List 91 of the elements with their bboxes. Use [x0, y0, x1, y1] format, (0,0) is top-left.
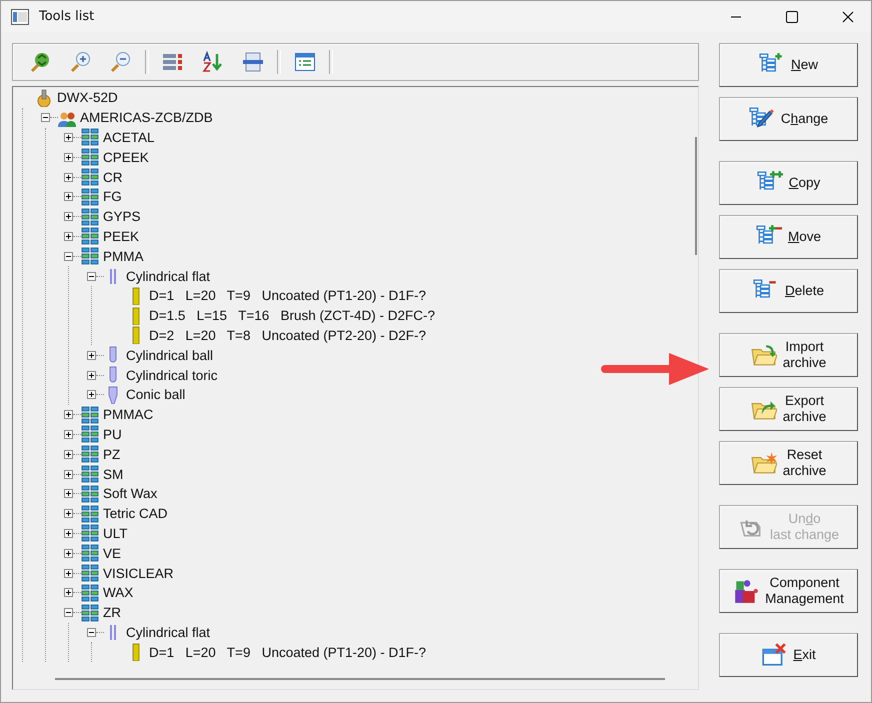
move-button[interactable]: Move: [719, 215, 858, 259]
material-grid-icon: [81, 208, 99, 226]
tree-item[interactable]: ULT: [103, 526, 128, 541]
app-icon: [11, 8, 29, 24]
new-button[interactable]: New: [719, 43, 858, 87]
expand-icon[interactable]: [64, 152, 73, 162]
maximize-icon[interactable]: [786, 10, 798, 22]
material-grid-icon: [81, 188, 99, 206]
tree-item[interactable]: Cylindrical flat: [126, 268, 210, 284]
expand-icon[interactable]: [64, 232, 73, 241]
spindle-icon: [35, 88, 53, 107]
material-grid-icon: [81, 247, 99, 266]
material-grid-icon: [81, 604, 99, 622]
material-grid-icon: [81, 148, 99, 166]
material-grid-icon: [81, 504, 99, 523]
tree-item[interactable]: Soft Wax: [103, 486, 158, 502]
scrollbar-thumb[interactable]: [695, 137, 697, 255]
material-grid-icon: [81, 584, 99, 602]
material-grid-icon: [81, 465, 99, 484]
tree-item[interactable]: Tetric CAD: [103, 506, 168, 522]
blocks-icon: [733, 578, 760, 604]
material-grid-icon: [81, 524, 99, 542]
expand-icon[interactable]: [64, 450, 73, 459]
tree-item[interactable]: CPEEK: [103, 150, 149, 165]
expand-icon[interactable]: [64, 470, 73, 479]
change-button[interactable]: Change: [719, 97, 858, 141]
tree-item[interactable]: GYPS: [103, 209, 141, 224]
expand-icon[interactable]: [64, 132, 73, 142]
tree-item[interactable]: SM: [103, 466, 124, 482]
collapse-icon[interactable]: [87, 272, 96, 281]
expand-icon[interactable]: [64, 489, 73, 498]
expand-icon[interactable]: [64, 172, 73, 182]
tree-item[interactable]: PU: [103, 426, 122, 442]
expand-icon[interactable]: [64, 212, 73, 222]
material-grid-icon: [81, 168, 99, 186]
expand-icon[interactable]: [87, 370, 96, 380]
tree-item[interactable]: Cylindrical flat: [126, 624, 210, 640]
expand-icon[interactable]: [64, 588, 73, 598]
tree-item[interactable]: PEEK: [103, 228, 140, 244]
material-grid-icon: [81, 484, 99, 503]
delete-button[interactable]: Delete: [719, 269, 858, 313]
tree-item[interactable]: ACETAL: [103, 130, 155, 145]
tree-item[interactable]: PMMA: [103, 248, 144, 264]
export-button[interactable]: Export archive: [719, 387, 858, 431]
expand-icon[interactable]: [64, 509, 73, 518]
tree-item[interactable]: CR: [103, 170, 122, 185]
window-close-icon: [761, 642, 788, 668]
material-grid-icon: [81, 445, 99, 464]
tree-item[interactable]: D=1 L=20 T=9 Uncoated (PT1-20) - D1F-?: [149, 288, 426, 304]
collapse-icon[interactable]: [87, 628, 96, 637]
tree-item[interactable]: WAX: [103, 585, 134, 600]
component-button[interactable]: Component Management: [719, 569, 858, 613]
tree-item[interactable]: VE: [103, 546, 122, 561]
window-title: Tools list: [39, 9, 96, 24]
reset-button[interactable]: Reset archive: [719, 441, 858, 485]
close-icon[interactable]: [842, 10, 854, 22]
tree-item[interactable]: Cylindrical ball: [126, 348, 214, 363]
material-grid-icon: [81, 128, 99, 146]
folder-spark-icon: [750, 450, 777, 476]
material-grid-icon: [81, 564, 99, 582]
tree-item[interactable]: Cylindrical toric: [126, 368, 218, 383]
expand-icon[interactable]: [64, 410, 73, 420]
tree-item[interactable]: AMERICAS-ZCB/ZDB: [80, 110, 213, 126]
collapse-icon[interactable]: [64, 252, 73, 261]
material-grid-icon: [81, 406, 99, 424]
tree-item[interactable]: VISICLEAR: [103, 566, 174, 581]
tree-item[interactable]: D=1.5 L=15 T=16 Brush (ZCT-4D) - D2FC-?: [149, 308, 435, 324]
import-button[interactable]: Import archive: [719, 333, 858, 377]
tree-item[interactable]: FG: [103, 189, 122, 204]
expand-icon[interactable]: [64, 430, 73, 439]
tree-item[interactable]: D=1 L=20 T=9 Uncoated (PT1-20) - D1F-?: [149, 644, 426, 660]
tree-item[interactable]: PMMAC: [103, 407, 154, 422]
exit-button[interactable]: Exit: [719, 633, 858, 677]
material-grid-icon: [81, 544, 99, 562]
material-grid-icon: [81, 227, 99, 246]
expand-icon[interactable]: [64, 568, 73, 578]
tree-item[interactable]: D=2 L=20 T=8 Uncoated (PT2-20) - D2F-?: [149, 328, 426, 343]
tree-item[interactable]: PZ: [103, 446, 120, 462]
expand-icon[interactable]: [64, 192, 73, 202]
material-grid-icon: [81, 425, 99, 444]
tree-item[interactable]: Conic ball: [126, 387, 186, 402]
copy-button[interactable]: Copy: [719, 161, 858, 205]
collapse-icon[interactable]: [41, 113, 50, 122]
tree-item[interactable]: ZR: [103, 605, 121, 620]
scrollbar-thumb[interactable]: [55, 678, 665, 680]
expand-icon[interactable]: [87, 350, 96, 360]
expand-icon[interactable]: [64, 548, 73, 558]
expand-icon[interactable]: [87, 390, 96, 400]
collapse-icon[interactable]: [64, 608, 73, 618]
expand-icon[interactable]: [64, 528, 73, 538]
tree-item[interactable]: DWX-52D: [57, 90, 118, 106]
